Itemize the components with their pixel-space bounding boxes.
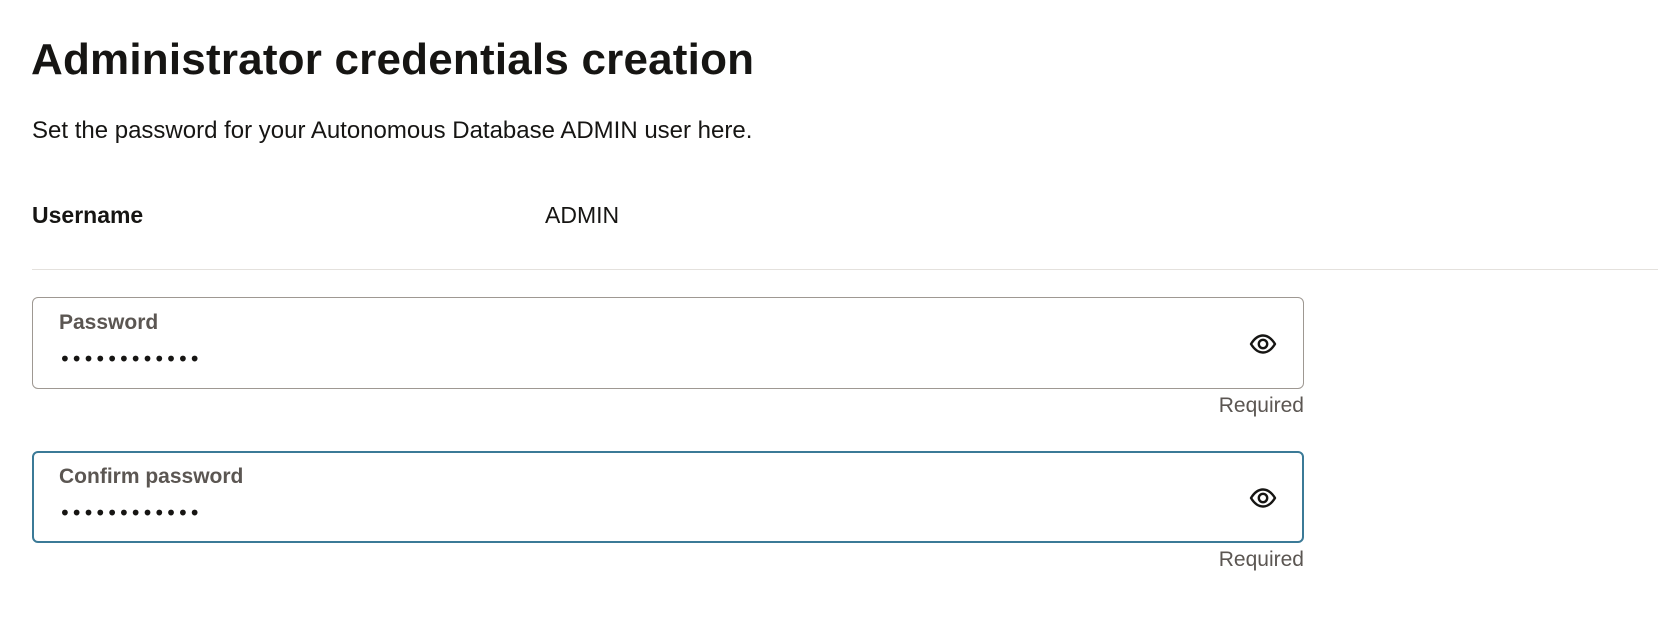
confirm-password-input[interactable] [57, 496, 1211, 530]
password-input[interactable] [57, 342, 1211, 376]
password-field[interactable]: Password [32, 297, 1304, 389]
confirm-password-required-hint: Required [1218, 548, 1304, 571]
eye-icon [1249, 334, 1277, 354]
page-title: Administrator credentials creation [31, 35, 755, 84]
confirm-password-field[interactable]: Confirm password [32, 451, 1304, 543]
password-label: Password [59, 311, 159, 334]
username-row: Username ADMIN [32, 198, 1658, 234]
page-description: Set the password for your Autonomous Dat… [32, 117, 753, 144]
confirm-password-label: Confirm password [59, 465, 244, 488]
eye-icon [1249, 488, 1277, 508]
username-value: ADMIN [545, 202, 620, 228]
password-required-hint: Required [1218, 394, 1304, 417]
password-show-toggle[interactable] [1247, 328, 1279, 360]
username-label: Username [32, 202, 144, 228]
confirm-password-show-toggle[interactable] [1247, 482, 1279, 514]
divider [32, 269, 1658, 270]
